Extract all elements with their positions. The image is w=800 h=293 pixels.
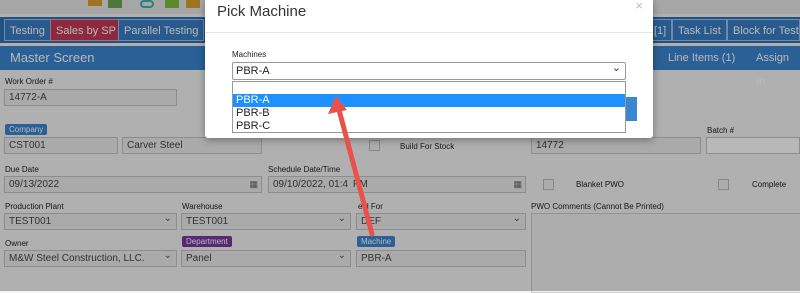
annotation-arrow [328,96,375,237]
